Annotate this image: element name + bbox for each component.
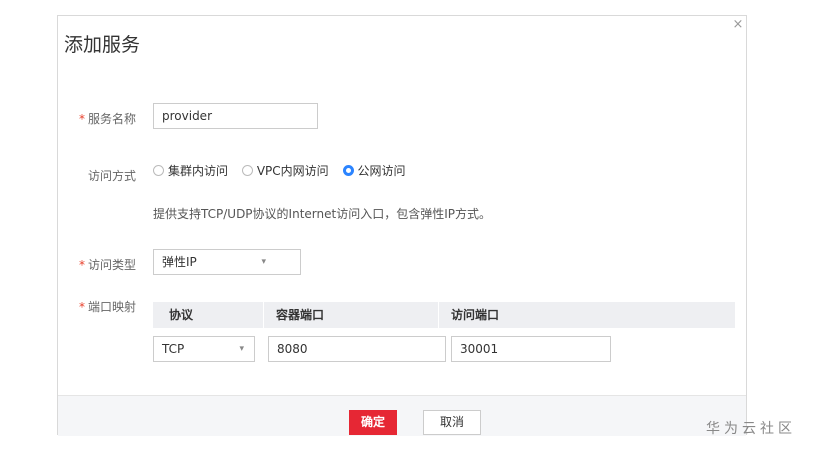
dialog-footer: 确定 取消 <box>58 395 746 436</box>
chevron-down-icon: ▾ <box>239 344 244 354</box>
service-name-label: * 服务名称 <box>78 112 136 126</box>
protocol-select[interactable]: TCP ▾ <box>153 336 255 362</box>
cancel-button[interactable]: 取消 <box>423 410 481 435</box>
access-type-value: 弹性IP <box>162 255 197 269</box>
access-mode-radio-group: 集群内访问 VPC内网访问 公网访问 <box>153 162 416 179</box>
access-type-select[interactable]: 弹性IP ▾ <box>153 249 301 275</box>
container-port-input[interactable]: 8080 <box>268 336 446 362</box>
chevron-down-icon: ▾ <box>261 257 266 267</box>
column-divider <box>438 302 439 328</box>
protocol-value: TCP <box>162 342 185 356</box>
watermark: 华为云社区 <box>706 421 796 437</box>
required-mark: * <box>78 258 85 272</box>
access-type-label: * 访问类型 <box>78 258 136 272</box>
port-mapping-table-header: 协议 容器端口 访问端口 <box>153 302 735 328</box>
radio-vpc-access[interactable]: VPC内网访问 <box>241 162 329 179</box>
radio-checked-icon <box>342 165 354 176</box>
required-mark: * <box>78 300 85 314</box>
radio-unchecked-icon <box>153 165 164 176</box>
column-divider <box>263 302 264 328</box>
required-mark: * <box>78 112 85 126</box>
column-header-protocol: 协议 <box>169 308 194 322</box>
radio-cluster-access[interactable]: 集群内访问 <box>153 162 228 179</box>
access-mode-label: 访问方式 <box>87 169 136 183</box>
access-mode-hint: 提供支持TCP/UDP协议的Internet访问入口，包含弹性IP方式。 <box>153 207 491 221</box>
port-mapping-label: * 端口映射 <box>78 300 136 314</box>
dialog-title: 添加服务 <box>64 34 141 56</box>
confirm-button[interactable]: 确定 <box>349 410 397 435</box>
column-header-container-port: 容器端口 <box>276 308 325 322</box>
radio-public-access[interactable]: 公网访问 <box>342 162 406 179</box>
radio-unchecked-icon <box>241 165 253 176</box>
access-port-input[interactable]: 30001 <box>451 336 611 362</box>
column-header-access-port: 访问端口 <box>451 308 500 322</box>
close-icon[interactable]: × <box>731 18 745 32</box>
add-service-dialog: × 添加服务 * 服务名称 provider 访问方式 集群内访问 VPC内网访问… <box>57 15 747 436</box>
service-name-input[interactable]: provider <box>153 103 318 129</box>
